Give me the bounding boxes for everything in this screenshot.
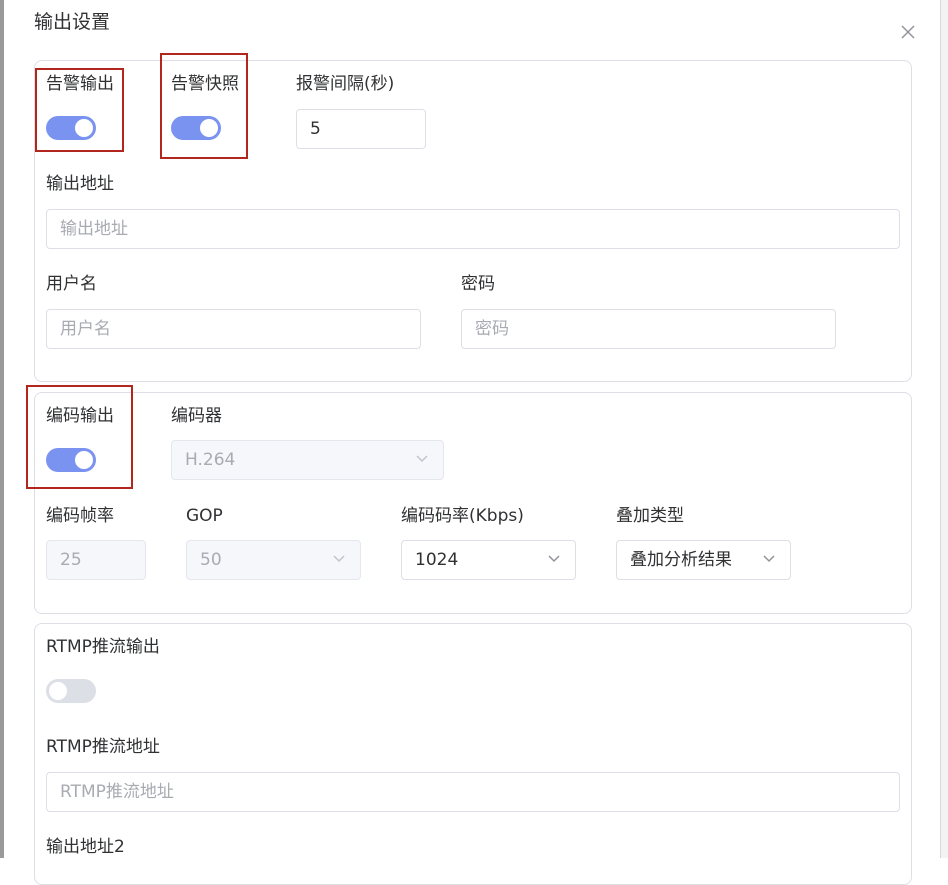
rtmp-output-label: RTMP推流输出 bbox=[46, 637, 160, 657]
gop-label: GOP bbox=[186, 506, 223, 526]
output-address2-label: 输出地址2 bbox=[46, 837, 125, 857]
bitrate-label: 编码码率(Kbps) bbox=[401, 506, 524, 526]
dialog-title: 输出设置 bbox=[34, 11, 111, 33]
fps-input[interactable]: 25 bbox=[46, 540, 146, 580]
password-input[interactable]: 密码 bbox=[461, 309, 836, 349]
rtmp-address-input[interactable]: RTMP推流地址 bbox=[46, 772, 900, 812]
encoding-output-switch[interactable] bbox=[46, 448, 96, 472]
alarm-snapshot-switch[interactable] bbox=[171, 116, 221, 140]
gop-select[interactable]: 50 bbox=[186, 540, 361, 580]
fps-label: 编码帧率 bbox=[46, 506, 114, 526]
alarm-interval-input[interactable]: 5 bbox=[296, 109, 426, 149]
bitrate-select-value: 1024 bbox=[415, 550, 459, 570]
alarm-output-label: 告警输出 bbox=[46, 74, 114, 94]
password-label: 密码 bbox=[461, 274, 495, 294]
chevron-down-icon bbox=[763, 555, 775, 563]
background-window-edge bbox=[0, 0, 4, 858]
gop-select-value: 50 bbox=[200, 550, 222, 570]
output-address-input[interactable]: 输出地址 bbox=[46, 209, 900, 249]
encoder-select-value: H.264 bbox=[185, 450, 236, 470]
overlay-type-select[interactable]: 叠加分析结果 bbox=[616, 540, 791, 580]
bitrate-select[interactable]: 1024 bbox=[401, 540, 576, 580]
output-address-label: 输出地址 bbox=[46, 174, 114, 194]
overlay-type-select-value: 叠加分析结果 bbox=[630, 550, 732, 570]
alarm-interval-label: 报警间隔(秒) bbox=[296, 74, 395, 94]
alarm-snapshot-label: 告警快照 bbox=[171, 74, 239, 94]
username-label: 用户名 bbox=[46, 274, 97, 294]
rtmp-output-switch[interactable] bbox=[46, 679, 96, 703]
username-input[interactable]: 用户名 bbox=[46, 309, 421, 349]
encoding-output-label: 编码输出 bbox=[46, 406, 114, 426]
encoder-select[interactable]: H.264 bbox=[171, 440, 444, 480]
chevron-down-icon bbox=[333, 555, 345, 563]
chevron-down-icon bbox=[548, 555, 560, 563]
encoding-output-panel bbox=[34, 392, 912, 614]
close-icon[interactable] bbox=[898, 22, 918, 42]
rtmp-output-panel bbox=[34, 623, 912, 885]
chevron-down-icon bbox=[416, 455, 428, 463]
encoder-label: 编码器 bbox=[171, 406, 222, 426]
background-window-edge-right bbox=[940, 0, 948, 858]
rtmp-address-label: RTMP推流地址 bbox=[46, 737, 160, 757]
alarm-output-switch[interactable] bbox=[46, 116, 96, 140]
overlay-type-label: 叠加类型 bbox=[616, 506, 684, 526]
